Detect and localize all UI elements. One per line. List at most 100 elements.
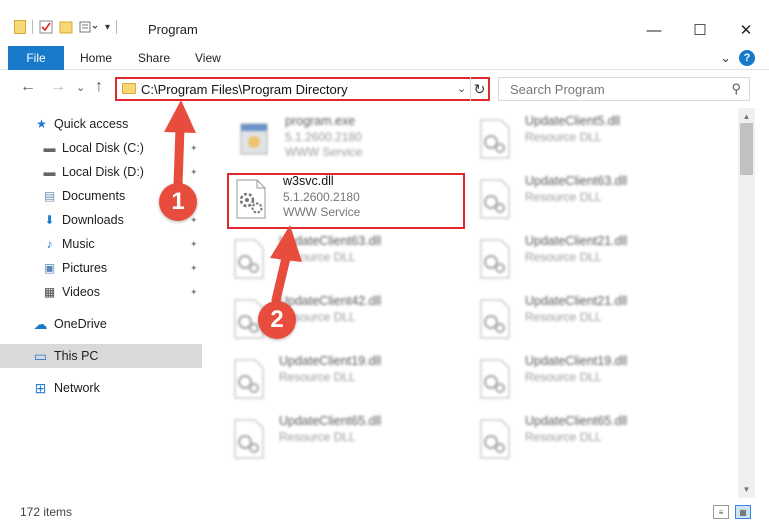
scrollbar-thumb[interactable]: [740, 123, 753, 175]
sidebar-item-local-disk-d[interactable]: ▬ Local Disk (D:) ✦: [0, 160, 202, 184]
expand-ribbon-icon[interactable]: ⌄: [720, 50, 731, 66]
download-icon: ⬇: [44, 213, 55, 227]
step-2-badge: 2: [258, 301, 296, 339]
tab-file[interactable]: File: [8, 46, 64, 70]
file-description: Resource DLL: [525, 370, 602, 384]
pin-icon[interactable]: ✦: [190, 143, 198, 154]
details-view-icon[interactable]: ≡: [713, 505, 729, 519]
file-name: UpdateClient63.dll: [279, 234, 382, 248]
file-description: Resource DLL: [279, 250, 356, 264]
file-name: UpdateClient65.dll: [279, 414, 382, 428]
drive-icon: ▬: [43, 141, 56, 155]
drive-icon: ▬: [43, 165, 56, 179]
file-description: Resource DLL: [525, 130, 602, 144]
sidebar-item-this-pc[interactable]: ▭ This PC: [0, 344, 202, 368]
vertical-scrollbar[interactable]: ▲ ▼: [738, 108, 755, 498]
sidebar-item-pictures[interactable]: ▣ Pictures ✦: [0, 256, 202, 280]
sidebar-item-network[interactable]: ⊞ Network: [0, 376, 202, 400]
title-bar: ▾ Program — ☐ ✕: [0, 0, 769, 44]
new-folder-icon[interactable]: [59, 20, 73, 34]
sidebar-item-videos[interactable]: ▦ Videos ✦: [0, 280, 202, 304]
file-item[interactable]: UpdateClient19.dll Resource DLL: [475, 352, 705, 408]
pin-icon[interactable]: ✦: [190, 167, 198, 178]
folder-icon: [122, 83, 136, 94]
navigation-bar: ← → ⌄ ↑ C:\Program Files\Program Directo…: [0, 72, 769, 106]
music-icon: ♪: [46, 237, 53, 251]
back-arrow-icon[interactable]: ←: [20, 78, 36, 96]
file-name: UpdateClient42.dll: [279, 294, 382, 308]
search-input[interactable]: Search Program ⚲: [498, 77, 750, 101]
tab-view[interactable]: View: [195, 46, 221, 70]
sidebar-item-local-disk-c[interactable]: ▬ Local Disk (C:) ✦: [0, 136, 202, 160]
pin-icon[interactable]: ✦: [190, 239, 198, 250]
file-name: UpdateClient5.dll: [525, 114, 621, 128]
ribbon-controls: ⌄ ?: [720, 50, 755, 66]
search-icon[interactable]: ⚲: [731, 81, 741, 97]
exe-file-icon: [240, 123, 268, 155]
file-item[interactable]: UpdateClient21.dll Resource DLL: [475, 232, 705, 288]
sidebar-item-quick-access[interactable]: ★ Quick access: [0, 112, 202, 136]
pin-icon[interactable]: ✦: [190, 215, 198, 226]
navigation-pane: ★ Quick access ▬ Local Disk (C:) ✦ ▬ Loc…: [0, 108, 205, 498]
sidebar-item-label: OneDrive: [54, 317, 107, 331]
sidebar-item-label: Network: [54, 381, 100, 395]
file-highlight-box: [227, 173, 465, 229]
refresh-icon[interactable]: ↻: [470, 77, 488, 101]
recent-locations-icon[interactable]: ⌄: [76, 81, 85, 94]
file-description: Resource DLL: [279, 430, 356, 444]
file-item[interactable]: UpdateClient65.dll Resource DLL: [475, 412, 705, 468]
file-name: program.exe: [285, 114, 356, 128]
dll-file-icon: [480, 299, 510, 339]
file-item[interactable]: UpdateClient5.dll Resource DLL: [475, 112, 705, 168]
sidebar-item-label: Music: [62, 237, 95, 251]
tab-share[interactable]: Share: [138, 46, 170, 70]
scroll-down-icon[interactable]: ▼: [738, 481, 755, 498]
sidebar-item-onedrive[interactable]: ☁ OneDrive: [0, 312, 202, 336]
file-item[interactable]: program.exe 5.1.2600.2180 WWW Service: [235, 112, 465, 168]
properties-icon[interactable]: [39, 20, 53, 34]
forward-arrow-icon[interactable]: →: [50, 78, 66, 96]
close-button[interactable]: ✕: [723, 16, 769, 44]
sidebar-item-label: Pictures: [62, 261, 108, 275]
window-controls: — ☐ ✕: [631, 16, 769, 44]
file-item[interactable]: UpdateClient21.dll Resource DLL: [475, 292, 705, 348]
file-name: UpdateClient19.dll: [279, 354, 382, 368]
toolbar-separator: [32, 20, 33, 34]
up-arrow-icon[interactable]: ↑: [95, 78, 103, 96]
file-item[interactable]: UpdateClient19.dll Resource DLL: [229, 352, 459, 408]
maximize-button[interactable]: ☐: [677, 16, 723, 44]
sidebar-item-label: Local Disk (D:): [62, 165, 144, 179]
customize-toolbar-icon[interactable]: [79, 20, 99, 34]
sidebar-item-music[interactable]: ♪ Music ✦: [0, 232, 202, 256]
file-description: Resource DLL: [525, 190, 602, 204]
step-1-badge: 1: [159, 183, 197, 221]
file-description: Resource DLL: [525, 250, 602, 264]
file-name: UpdateClient19.dll: [525, 354, 628, 368]
address-bar[interactable]: C:\Program Files\Program Directory ⌄ ↻: [115, 77, 490, 101]
status-bar: 172 items ≡ ▦: [0, 500, 769, 531]
ribbon-tabs: File Home Share View ⌄ ?: [0, 46, 769, 70]
file-item[interactable]: UpdateClient65.dll Resource DLL: [229, 412, 459, 468]
document-icon: ▤: [43, 189, 56, 203]
address-path[interactable]: C:\Program Files\Program Directory: [141, 82, 348, 97]
file-item[interactable]: UpdateClient63.dll Resource DLL: [229, 232, 459, 288]
dll-file-icon: [480, 119, 510, 159]
minimize-button[interactable]: —: [631, 16, 677, 44]
address-dropdown-icon[interactable]: ⌄: [457, 82, 466, 95]
file-description: Resource DLL: [525, 310, 602, 324]
sidebar-item-label: This PC: [54, 349, 99, 363]
sidebar-item-label: Videos: [62, 285, 100, 299]
pin-icon[interactable]: ✦: [190, 287, 198, 298]
tiles-view-icon[interactable]: ▦: [735, 505, 751, 519]
tab-home[interactable]: Home: [80, 46, 112, 70]
window-title: Program: [148, 22, 198, 37]
dll-file-icon: [234, 359, 264, 399]
folder-icon[interactable]: [14, 20, 26, 34]
file-item[interactable]: UpdateClient63.dll Resource DLL: [475, 172, 705, 228]
dll-file-icon: [480, 239, 510, 279]
help-icon[interactable]: ?: [739, 50, 755, 66]
file-name: UpdateClient65.dll: [525, 414, 628, 428]
pin-icon[interactable]: ✦: [190, 263, 198, 274]
chevron-down-icon[interactable]: ▾: [105, 22, 110, 33]
pictures-icon: ▣: [43, 261, 56, 275]
